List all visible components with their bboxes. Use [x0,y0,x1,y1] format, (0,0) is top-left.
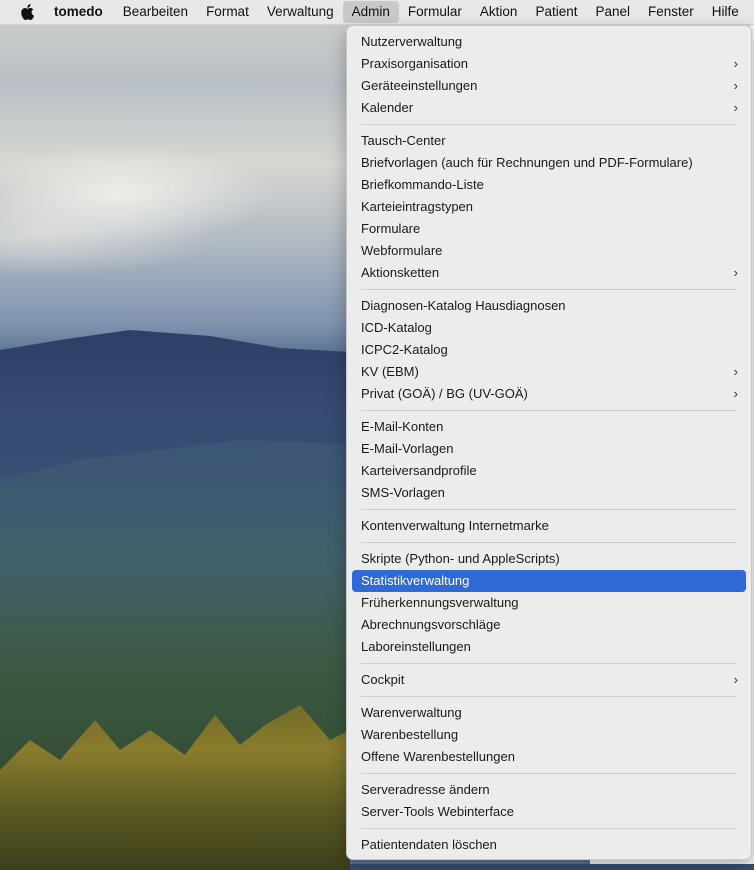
menu-item-label: Briefkommando-Liste [361,177,484,192]
chevron-right-icon: › [733,672,738,687]
menu-item-label: Praxisorganisation [361,56,468,71]
menu-separator [361,542,737,543]
menu-item-label: Webformulare [361,243,443,258]
menu-patient[interactable]: Patient [526,1,586,23]
menu-separator [361,124,737,125]
menu-admin[interactable]: Admin [342,1,399,23]
chevron-right-icon: › [733,265,738,280]
menu-item-abrechnungsvorschla-ge[interactable]: Abrechnungsvorschläge [352,614,746,636]
menu-item-label: SMS-Vorlagen [361,485,445,500]
menu-item-label: Karteieintragstypen [361,199,474,214]
menu-separator [361,663,737,664]
menu-item-karteiversandprofile[interactable]: Karteiversandprofile [352,460,746,482]
menu-item-label: Offene Warenbestellungen [361,749,515,764]
menu-item-label: Server-Tools Webinterface [361,804,514,819]
menu-item-label: E-Mail-Vorlagen [361,441,454,456]
menu-verwaltung[interactable]: Verwaltung [258,1,343,23]
menu-item-gera-teeinstellungen[interactable]: Geräteeinstellungen › [352,75,746,97]
menu-item-label: Karteiversandprofile [361,463,477,478]
menu-panel[interactable]: Panel [586,1,639,23]
menu-item-briefvorlagen-auch-fu-r-rechnungen-und-pdf-formulare[interactable]: Briefvorlagen (auch für Rechnungen und P… [352,152,746,174]
menu-item-label: Cockpit [361,672,405,687]
menu-format[interactable]: Format [197,1,258,23]
menu-item-laboreinstellungen[interactable]: Laboreinstellungen [352,636,746,658]
menu-item-label: Früherkennungsverwaltung [361,595,519,610]
menu-item-sms-vorlagen[interactable]: SMS-Vorlagen [352,482,746,504]
menu-item-label: Serveradresse ändern [361,782,490,797]
menu-fenster[interactable]: Fenster [639,1,703,23]
menu-item-label: Aktionsketten [361,265,440,280]
menu-item-warenverwaltung[interactable]: Warenverwaltung [352,702,746,724]
menu-item-privat-goa-bg-uv-goa[interactable]: Privat (GOÄ) / BG (UV-GOÄ) › [352,383,746,405]
menu-item-formulare[interactable]: Formulare [352,218,746,240]
menu-item-label: Diagnosen-Katalog Hausdiagnosen [361,298,566,313]
menu-separator [361,410,737,411]
menu-item-label: ICPC2-Katalog [361,342,448,357]
menu-item-fru-herkennungsverwaltung[interactable]: Früherkennungsverwaltung [352,592,746,614]
menu-item-offene-warenbestellungen[interactable]: Offene Warenbestellungen [352,746,746,768]
menu-item-nutzerverwaltung[interactable]: Nutzerverwaltung [352,31,746,53]
menu-item-karteieintragstypen[interactable]: Karteieintragstypen [352,196,746,218]
menu-item-serveradresse-a-ndern[interactable]: Serveradresse ändern [352,779,746,801]
menu-item-label: E-Mail-Konten [361,419,444,434]
menu-item-label: Geräteeinstellungen [361,78,478,93]
menu-aktion[interactable]: Aktion [471,1,527,23]
menu-item-label: Laboreinstellungen [361,639,471,654]
menu-item-label: KV (EBM) [361,364,419,379]
chevron-right-icon: › [733,364,738,379]
menu-item-server-tools-webinterface[interactable]: Server-Tools Webinterface [352,801,746,823]
menu-separator [361,696,737,697]
menu-item-label: Kontenverwaltung Internetmarke [361,518,549,533]
menu-item-briefkommando-liste[interactable]: Briefkommando-Liste [352,174,746,196]
menu-app-name[interactable]: tomedo [54,1,114,23]
menu-item-kv-ebm[interactable]: KV (EBM) › [352,361,746,383]
menu-item-warenbestellung[interactable]: Warenbestellung [352,724,746,746]
menu-item-e-mail-vorlagen[interactable]: E-Mail-Vorlagen [352,438,746,460]
menu-item-patientendaten-lo-schen[interactable]: Patientendaten löschen [352,834,746,856]
menu-item-label: Formulare [361,221,421,236]
menu-separator [361,828,737,829]
menu-item-label: Warenbestellung [361,727,459,742]
menu-item-label: Kalender [361,100,414,115]
menu-separator [361,773,737,774]
menu-separator [361,289,737,290]
menu-item-praxisorganisation[interactable]: Praxisorganisation › [352,53,746,75]
menu-item-label: ICD-Katalog [361,320,432,335]
menu-item-label: Patientendaten löschen [361,837,497,852]
menu-item-kontenverwaltung-internetmarke[interactable]: Kontenverwaltung Internetmarke [352,515,746,537]
menu-item-label: Briefvorlagen (auch für Rechnungen und P… [361,155,693,170]
menu-item-diagnosen-katalog-hausdiagnosen[interactable]: Diagnosen-Katalog Hausdiagnosen [352,295,746,317]
apple-logo-icon[interactable] [0,0,54,24]
menu-item-aktionsketten[interactable]: Aktionsketten › [352,262,746,284]
menu-item-webformulare[interactable]: Webformulare [352,240,746,262]
admin-dropdown-menu: Nutzerverwaltung Praxisorganisation › Gerät… [346,25,752,860]
chevron-right-icon: › [733,78,738,93]
menu-item-statistikverwaltung[interactable]: Statistikverwaltung [352,570,746,592]
menu-item-label: Nutzerverwaltung [361,34,463,49]
menu-item-label: Privat (GOÄ) / BG (UV-GOÄ) [361,386,528,401]
menu-formular[interactable]: Formular [399,1,471,23]
menu-item-label: Tausch-Center [361,133,446,148]
menu-hilfe[interactable]: Hilfe [703,1,748,23]
chevron-right-icon: › [733,100,738,115]
menu-item-kalender[interactable]: Kalender › [352,97,746,119]
chevron-right-icon: › [733,56,738,71]
menu-item-icpc2-katalog[interactable]: ICPC2-Katalog [352,339,746,361]
menu-item-icd-katalog[interactable]: ICD-Katalog [352,317,746,339]
menu-item-label: Abrechnungsvorschläge [361,617,501,632]
menu-bearbeiten[interactable]: Bearbeiten [114,1,197,23]
chevron-right-icon: › [733,386,738,401]
menu-bar: tomedo Bearbeiten Format Verwaltung Admi… [0,0,754,25]
menu-item-label: Warenverwaltung [361,705,462,720]
menu-item-e-mail-konten[interactable]: E-Mail-Konten [352,416,746,438]
menu-item-skripte-python-und-applescripts[interactable]: Skripte (Python- und AppleScripts) [352,548,746,570]
menu-separator [361,509,737,510]
menu-item-label: Skripte (Python- und AppleScripts) [361,551,560,566]
menu-item-tausch-center[interactable]: Tausch-Center [352,130,746,152]
menu-item-cockpit[interactable]: Cockpit › [352,669,746,691]
menu-item-label: Statistikverwaltung [361,573,470,588]
